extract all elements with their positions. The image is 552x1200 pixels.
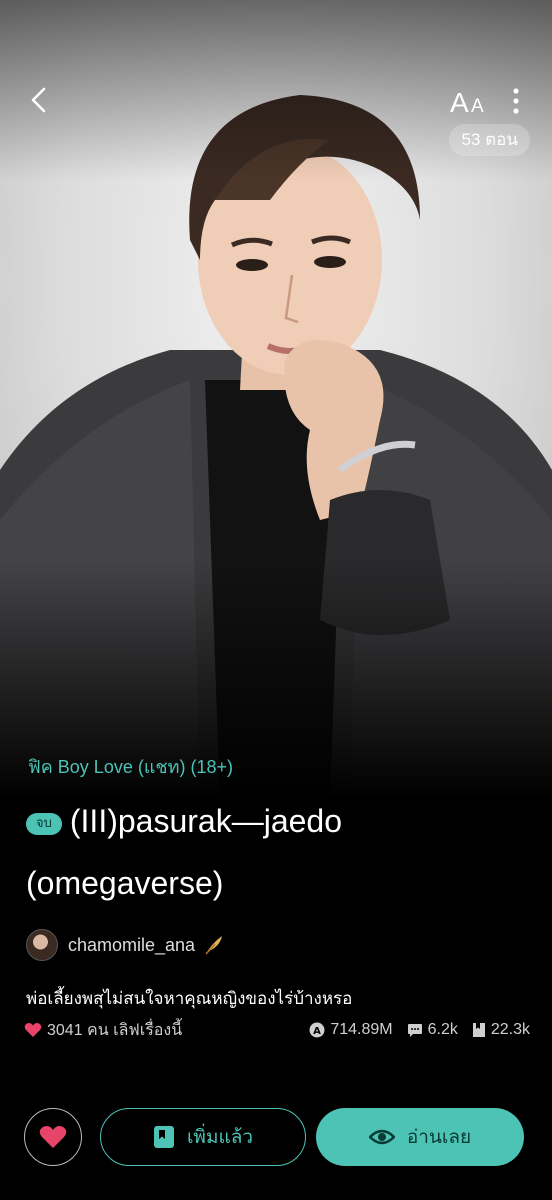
likes-count: 3041 คน เลิฟเรื่องนี้ xyxy=(47,1021,183,1039)
font-size-button[interactable]: A A xyxy=(450,84,490,118)
chevron-left-icon xyxy=(31,87,46,113)
more-options-button[interactable] xyxy=(506,84,526,118)
add-to-shelf-button[interactable]: เพิ่มแล้ว xyxy=(100,1108,306,1166)
story-description: พ่อเลี้ยงพสุไม่สนใจหาคุณหญิงของไร่บ้างหร… xyxy=(26,989,353,1008)
author-name: chamomile_ana xyxy=(68,934,196,955)
stats-row: 3041 คน เลิฟเรื่องนี้ A 714.89M 6.2k 22.… xyxy=(24,1018,530,1042)
heart-icon xyxy=(24,1023,42,1037)
author-row[interactable]: chamomile_ana xyxy=(26,928,225,962)
heart-icon xyxy=(39,1126,67,1148)
views-count: 714.89M xyxy=(330,1021,393,1038)
more-vertical-icon xyxy=(513,88,519,114)
svg-text:A: A xyxy=(450,87,469,118)
story-genre[interactable]: ฟิค Boy Love (แชท) (18+) xyxy=(28,752,233,781)
svg-text:A: A xyxy=(471,96,484,117)
read-now-label: อ่านเลย xyxy=(406,1127,472,1148)
font-size-icon: A A xyxy=(450,87,484,118)
add-to-shelf-label: เพิ่มแล้ว xyxy=(186,1127,254,1148)
comments-count: 6.2k xyxy=(427,1021,458,1038)
cover-image xyxy=(0,0,552,800)
like-button[interactable] xyxy=(24,1108,82,1166)
bookmark-icon xyxy=(472,1023,485,1037)
eye-icon xyxy=(368,1129,395,1145)
read-now-button[interactable]: อ่านเลย xyxy=(316,1108,524,1166)
bookshelf-icon xyxy=(153,1126,174,1148)
quill-icon xyxy=(205,936,223,955)
comment-icon xyxy=(407,1024,422,1037)
title-block: จบ (III)pasurak—jaedo (omegaverse) xyxy=(26,790,536,914)
story-title: (III)pasurak—jaedo (omegaverse) xyxy=(26,803,342,901)
author-avatar xyxy=(26,929,58,961)
back-button[interactable] xyxy=(22,82,58,118)
status-badge: จบ xyxy=(26,812,62,835)
views-stat: A 714.89M xyxy=(309,1021,393,1039)
favorites-stat: 22.3k xyxy=(472,1021,530,1039)
svg-text:A: A xyxy=(313,1026,321,1037)
comments-stat: 6.2k xyxy=(407,1021,458,1039)
favorites-count: 22.3k xyxy=(490,1021,530,1038)
views-icon: A xyxy=(309,1022,325,1038)
episode-count-badge: 53 ตอน xyxy=(449,124,530,156)
likes-stat: 3041 คน เลิฟเรื่องนี้ xyxy=(24,1018,182,1043)
